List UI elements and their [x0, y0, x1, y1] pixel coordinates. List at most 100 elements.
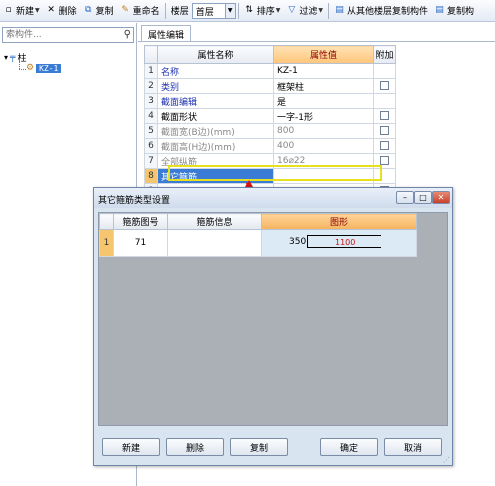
chevron-down-icon: ▼: [275, 7, 281, 14]
row-number: 8: [144, 168, 158, 184]
delete-button[interactable]: ✕ 删除: [43, 2, 80, 20]
property-name-cell: 截面宽(B边)(mm): [157, 123, 274, 139]
shape-cell[interactable]: 350 1100: [261, 229, 417, 257]
table-row[interactable]: 5 截面宽(B边)(mm) 800: [144, 123, 396, 139]
floor-label: 楼层: [170, 7, 189, 17]
property-value-cell[interactable]: 800: [273, 123, 374, 139]
tree-connector: [19, 59, 20, 69]
property-table: 属性名称 属性值 附加 1 名称 KZ-1 2 类别 框架柱 3 截面编辑是 4 截面形状 一字-1…: [144, 45, 396, 199]
dialog-titlebar[interactable]: 其它箍筋类型设置 – □ ✕: [94, 188, 452, 208]
ok-button[interactable]: 确定: [320, 438, 378, 456]
tree-collapse-icon[interactable]: ▾: [4, 53, 8, 62]
property-value-cell[interactable]: 一字-1形: [273, 108, 374, 124]
copy-component-label: 复制构: [447, 7, 475, 17]
table-row[interactable]: 8 其它箍筋: [144, 168, 396, 184]
rename-icon: ✎: [121, 5, 129, 15]
attach-checkbox[interactable]: [380, 111, 389, 120]
property-extra-cell: [373, 138, 396, 154]
property-value-cell[interactable]: 框架柱: [273, 78, 374, 94]
copy-component-button[interactable]: ▤ 复制构: [431, 2, 477, 20]
floor-select[interactable]: 首层: [191, 2, 226, 19]
row-number: 3: [144, 93, 158, 109]
attach-checkbox[interactable]: [380, 141, 389, 150]
tree-child-label: KZ-1: [36, 63, 62, 73]
property-name-cell: 类别: [157, 78, 274, 94]
table-row[interactable]: 4 截面形状 一字-1形: [144, 108, 396, 124]
copy-rebar-button[interactable]: 复制: [230, 438, 288, 456]
property-extra-cell: [373, 123, 396, 139]
property-extra-header: 附加: [373, 45, 396, 64]
sort-icon: ⇅: [245, 5, 253, 15]
shape-number-cell[interactable]: 71: [113, 229, 168, 257]
filter-button[interactable]: ▽ 过滤 ▼: [283, 2, 326, 20]
copy-from-floor-label: 从其他楼层复制构件: [346, 7, 428, 17]
filter-label: 过滤: [299, 7, 318, 17]
toolbar-divider: [164, 2, 166, 19]
table-row[interactable]: 1 71 350 1100: [99, 229, 417, 257]
property-value-cell[interactable]: 16⌀22: [273, 153, 374, 169]
copy-component-icon: ▤: [435, 5, 444, 15]
property-value-cell[interactable]: KZ-1: [273, 63, 374, 79]
rebar-info-cell[interactable]: [167, 229, 262, 257]
new-button[interactable]: ▫ 新建 ▼: [0, 2, 43, 20]
row-number: 4: [144, 108, 158, 124]
search-input[interactable]: [3, 28, 117, 42]
property-extra-cell: [373, 63, 396, 79]
copy-from-floor-button[interactable]: ▤ 从其他楼层复制构件: [331, 2, 431, 20]
toolbar-divider: [237, 2, 239, 19]
sort-button[interactable]: ⇅ 排序 ▼: [241, 2, 284, 20]
row-number: 5: [144, 123, 158, 139]
tree-item-column[interactable]: ▾ ╤ 柱: [4, 51, 26, 65]
copy-button[interactable]: ⧉ 复制: [80, 2, 117, 20]
table-row[interactable]: 3 截面编辑是: [144, 93, 396, 109]
tree-item-kz1[interactable]: ⚙ KZ-1: [26, 63, 62, 73]
attach-checkbox[interactable]: [380, 81, 389, 90]
delete-rebar-button[interactable]: 删除: [166, 438, 224, 456]
property-value-header: 属性值: [273, 45, 374, 64]
row-number: 2: [144, 78, 158, 94]
resize-grip-icon[interactable]: ⋰: [443, 456, 450, 464]
attach-checkbox[interactable]: [380, 126, 389, 135]
delete-icon: ✕: [47, 5, 55, 15]
row-number-header: [144, 45, 158, 64]
table-row[interactable]: 7 全部纵筋 16⌀22: [144, 153, 396, 169]
rebar-info-header: 箍筋信息: [167, 213, 262, 230]
cancel-button[interactable]: 取消: [384, 438, 442, 456]
property-value-cell[interactable]: 400: [273, 138, 374, 154]
search-box: ⚲: [2, 27, 134, 43]
tab-property-edit[interactable]: 属性编辑: [141, 25, 192, 41]
rebar-type-dialog: 其它箍筋类型设置 – □ ✕ 箍筋图号 箍筋信息 图形 1 71 350 110…: [93, 187, 453, 466]
tree-connector: [19, 69, 26, 70]
row-number: 6: [144, 138, 158, 154]
new-label: 新建: [16, 7, 35, 17]
copy-from-floor-icon: ▤: [335, 5, 344, 15]
attach-checkbox[interactable]: [380, 156, 389, 165]
property-name-cell: 名称: [157, 63, 274, 79]
minimize-icon[interactable]: –: [396, 191, 414, 204]
maximize-icon[interactable]: □: [414, 191, 432, 204]
shape-line-left: [307, 235, 308, 247]
rebar-table: 箍筋图号 箍筋信息 图形 1 71 350 1100: [99, 213, 417, 257]
new-rebar-button[interactable]: 新建: [102, 438, 160, 456]
shape-line-bottom: [307, 247, 381, 248]
rename-button[interactable]: ✎ 重命名: [117, 2, 163, 20]
table-row[interactable]: 6 截面高(H边)(mm) 400: [144, 138, 396, 154]
property-value-cell[interactable]: 是: [273, 93, 374, 109]
property-name-header: 属性名称: [157, 45, 274, 64]
delete-label: 删除: [58, 7, 77, 17]
close-icon[interactable]: ✕: [432, 191, 450, 204]
table-row[interactable]: 1 名称 KZ-1: [144, 63, 396, 79]
property-extra-cell: [373, 168, 396, 184]
search-icon[interactable]: ⚲: [124, 29, 131, 40]
floor-dropdown-icon[interactable]: ▼: [225, 2, 236, 19]
row-number: 1: [144, 63, 158, 79]
table-row[interactable]: 2 类别 框架柱: [144, 78, 396, 94]
shape-number-header: 箍筋图号: [113, 213, 168, 230]
property-name-cell: 截面编辑: [157, 93, 274, 109]
property-value-cell[interactable]: [273, 168, 374, 184]
shape-header: 图形: [261, 213, 417, 230]
property-name-cell: 其它箍筋: [157, 168, 274, 184]
shape-length-dimension[interactable]: 1100: [335, 238, 355, 247]
toolbar-divider: [327, 2, 329, 19]
rename-label: 重命名: [132, 7, 160, 17]
